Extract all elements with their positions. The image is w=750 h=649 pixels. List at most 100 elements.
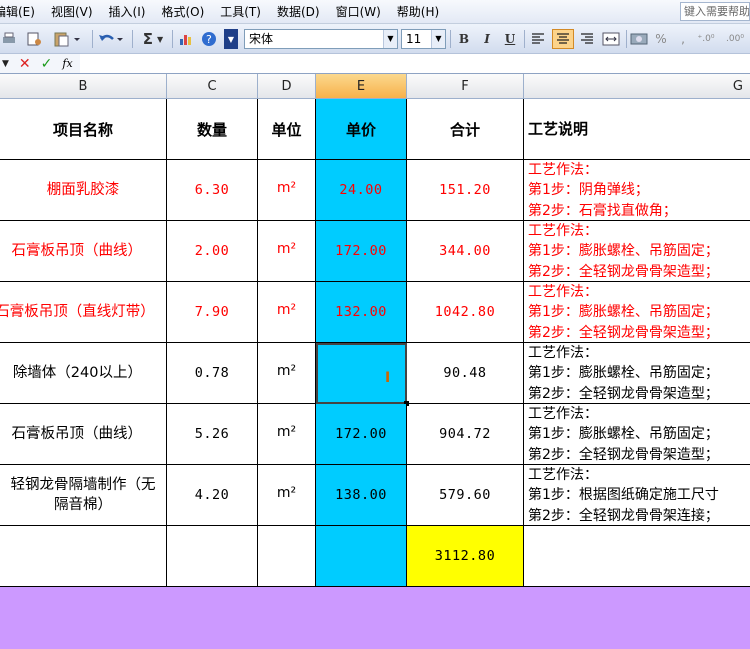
cell-price-total-row[interactable] xyxy=(316,526,407,587)
desc-line: 第1步：膨胀螺栓、吊筋固定； xyxy=(528,304,719,321)
menu-format[interactable]: 格式(O) xyxy=(153,0,212,24)
name-box-chevron-down-icon[interactable]: ▼ xyxy=(2,59,9,69)
cell-qty-row6[interactable]: 4.20 xyxy=(167,465,258,526)
chart-wizard-icon[interactable] xyxy=(176,29,196,49)
insert-function-button[interactable]: fx xyxy=(62,57,72,70)
cell-name-total-row[interactable] xyxy=(0,526,167,587)
menu-window[interactable]: 窗口(W) xyxy=(328,0,389,24)
cell-total-row1[interactable]: 151.20 xyxy=(407,160,524,221)
header-cell-qty[interactable]: 数量 xyxy=(167,99,258,160)
bold-button[interactable]: B xyxy=(454,29,474,49)
cell-desc-row1[interactable]: 工艺作法： 第1步：阴角弹线； 第2步：石膏找直做角； xyxy=(524,160,750,221)
cell-desc-row4[interactable]: 工艺作法： 第1步：膨胀螺栓、吊筋固定； 第2步：全轻钢龙骨骨架造型； xyxy=(524,343,750,404)
cell-name-row4[interactable]: 除墙体（240以上） xyxy=(0,343,167,404)
desc-line: 工艺作法： xyxy=(528,406,598,422)
cell-unit-row2[interactable]: m² xyxy=(258,221,316,282)
column-header-c[interactable]: C xyxy=(167,74,258,99)
autosum-button[interactable]: Σ ▼ xyxy=(138,29,168,49)
menu-view[interactable]: 视图(V) xyxy=(43,0,101,24)
header-cell-price[interactable]: 单价 xyxy=(316,99,407,160)
align-left-icon[interactable] xyxy=(528,29,548,49)
menu-tools[interactable]: 工具(T) xyxy=(212,0,269,24)
toolbar: Σ ▼ ? ▼ 宋体 ▼ 11 ▼ B I U % , ⁺.0⁰ .00⁰ xyxy=(0,24,750,54)
formula-input[interactable] xyxy=(82,54,750,73)
header-cell-total[interactable]: 合计 xyxy=(407,99,524,160)
desc-line: 工艺作法： xyxy=(528,162,598,178)
help-icon[interactable]: ? xyxy=(198,29,220,49)
italic-button[interactable]: I xyxy=(477,29,497,49)
cell-price-row2[interactable]: 172.00 xyxy=(316,221,407,282)
cell-desc-total-row[interactable] xyxy=(524,526,750,587)
merge-center-icon[interactable] xyxy=(600,29,622,49)
cell-name-row5[interactable]: 石膏板吊顶（曲线） xyxy=(0,404,167,465)
font-size-chevron-down-icon[interactable]: ▼ xyxy=(431,30,445,48)
cell-desc-row6[interactable]: 工艺作法： 第1步：根据图纸确定施工尺寸 第2步：全轻钢龙骨骨架连接； xyxy=(524,465,750,526)
cell-unit-row4[interactable]: m² xyxy=(258,343,316,404)
cell-price-row5[interactable]: 172.00 xyxy=(316,404,407,465)
cell-qty-total-row[interactable] xyxy=(167,526,258,587)
cell-name-row1[interactable]: 棚面乳胶漆 xyxy=(0,160,167,221)
underline-button[interactable]: U xyxy=(500,29,520,49)
cell-name-row3[interactable]: 石膏板吊顶（直线灯带） xyxy=(0,282,167,343)
desc-line: 工艺作法： xyxy=(528,284,598,300)
menu-insert[interactable]: 插入(I) xyxy=(101,0,154,24)
align-center-icon[interactable] xyxy=(552,29,574,49)
cell-qty-row2[interactable]: 2.00 xyxy=(167,221,258,282)
cell-qty-row4[interactable]: 0.78 xyxy=(167,343,258,404)
column-header-g[interactable]: G xyxy=(524,74,750,99)
column-header-d[interactable]: D xyxy=(258,74,316,99)
cell-qty-row1[interactable]: 6.30 xyxy=(167,160,258,221)
footer-band[interactable] xyxy=(0,587,750,649)
font-size-select[interactable]: 11 ▼ xyxy=(401,29,446,49)
header-cell-desc[interactable]: 工艺说明 xyxy=(524,99,750,160)
cell-desc-row3[interactable]: 工艺作法： 第1步：膨胀螺栓、吊筋固定； 第2步：全轻钢龙骨骨架造型； xyxy=(524,282,750,343)
cell-total-row4[interactable]: 90.48 xyxy=(407,343,524,404)
cell-unit-total-row[interactable] xyxy=(258,526,316,587)
currency-icon[interactable] xyxy=(628,29,650,49)
cell-desc-row5[interactable]: 工艺作法： 第1步：膨胀螺栓、吊筋固定； 第2步：全轻钢龙骨骨架造型； xyxy=(524,404,750,465)
spellcheck-icon[interactable] xyxy=(24,29,46,49)
header-cell-unit[interactable]: 单位 xyxy=(258,99,316,160)
desc-line: 第2步：全轻钢龙骨骨架造型； xyxy=(528,385,719,402)
menu-data[interactable]: 数据(D) xyxy=(269,0,328,24)
cancel-icon[interactable]: ✕ xyxy=(19,56,31,72)
menu-edit[interactable]: 编辑(E) xyxy=(0,0,43,24)
cell-total-row5[interactable]: 904.72 xyxy=(407,404,524,465)
cell-price-row4-selected[interactable] xyxy=(316,343,407,404)
cell-price-row1[interactable]: 24.00 xyxy=(316,160,407,221)
font-name-select[interactable]: 宋体 ▼ xyxy=(244,29,398,49)
column-header-b[interactable]: B xyxy=(0,74,167,99)
cell-total-row2[interactable]: 344.00 xyxy=(407,221,524,282)
cell-desc-row2[interactable]: 工艺作法： 第1步：膨胀螺栓、吊筋固定； 第2步：全轻钢龙骨骨架造型； xyxy=(524,221,750,282)
cell-name-row6[interactable]: 轻钢龙骨隔墙制作（无隔音棉） xyxy=(0,465,167,526)
cell-qty-row5[interactable]: 5.26 xyxy=(167,404,258,465)
column-header-e[interactable]: E xyxy=(316,74,407,99)
cell-name-row2[interactable]: 石膏板吊顶（曲线） xyxy=(0,221,167,282)
cell-total-row6[interactable]: 579.60 xyxy=(407,465,524,526)
cell-unit-row5[interactable]: m² xyxy=(258,404,316,465)
enter-check-icon[interactable]: ✓ xyxy=(41,56,53,72)
cell-qty-row3[interactable]: 7.90 xyxy=(167,282,258,343)
help-search-input[interactable]: 键入需要帮助的问题 xyxy=(680,2,750,21)
decrease-decimal-icon[interactable]: .00⁰ xyxy=(722,29,748,49)
cell-unit-row6[interactable]: m² xyxy=(258,465,316,526)
comma-style-icon[interactable]: , xyxy=(674,29,692,49)
increase-decimal-icon[interactable]: ⁺.0⁰ xyxy=(694,29,718,49)
cell-total-row3[interactable]: 1042.80 xyxy=(407,282,524,343)
menu-help[interactable]: 帮助(H) xyxy=(389,0,447,24)
cell-unit-row3[interactable]: m² xyxy=(258,282,316,343)
percent-button[interactable]: % xyxy=(652,29,670,49)
print-icon[interactable] xyxy=(0,29,18,49)
cell-unit-row1[interactable]: m² xyxy=(258,160,316,221)
desc-line: 工艺作法： xyxy=(528,467,598,483)
paste-icon[interactable] xyxy=(50,29,84,49)
align-right-icon[interactable] xyxy=(577,29,597,49)
column-header-f[interactable]: F xyxy=(407,74,524,99)
header-cell-name[interactable]: 项目名称 xyxy=(0,99,167,160)
cell-price-row6[interactable]: 138.00 xyxy=(316,465,407,526)
grand-total-cell[interactable]: 3112.80 xyxy=(407,526,524,587)
toolbar-options-chevron-icon[interactable]: ▼ xyxy=(224,29,238,49)
undo-icon[interactable] xyxy=(96,29,126,49)
font-name-chevron-down-icon[interactable]: ▼ xyxy=(383,30,397,48)
cell-price-row3[interactable]: 132.00 xyxy=(316,282,407,343)
